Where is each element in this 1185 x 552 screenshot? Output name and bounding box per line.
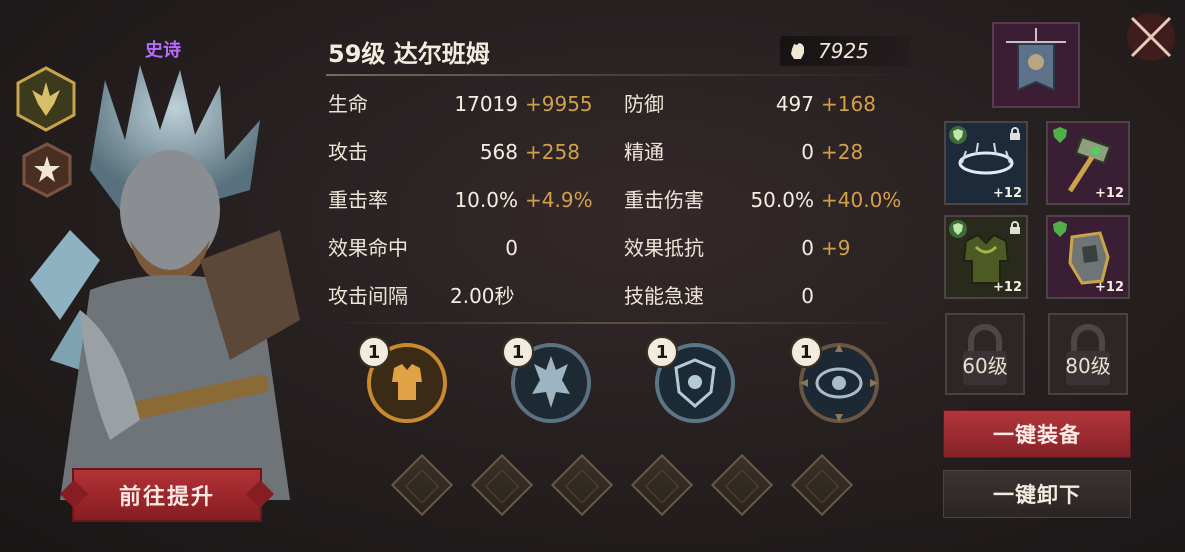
stat-base: 10.0% xyxy=(454,188,518,212)
upgrade-button[interactable]: 前往提升 xyxy=(72,468,262,522)
combat-power-value: 7925 xyxy=(818,39,869,63)
stat-base: 568 xyxy=(479,140,518,164)
stat-base: 2.00秒 xyxy=(450,284,515,308)
stat-base: 0 xyxy=(505,236,518,260)
stat-label: 技能急速 xyxy=(624,284,704,308)
stat-label: 重击伤害 xyxy=(624,188,704,212)
stat-label: 效果命中 xyxy=(328,236,408,260)
equipment-slot[interactable]: +12 xyxy=(944,215,1028,299)
close-icon[interactable] xyxy=(1124,10,1178,64)
equipment-slot[interactable]: +12 xyxy=(944,121,1028,205)
stat-label: 效果抵抗 xyxy=(624,236,704,260)
hero-name: 59级 达尔班姆 xyxy=(328,40,490,68)
stat-label: 防御 xyxy=(624,92,664,116)
hero-detail-panel: 史诗 前往提升 59级 达尔班姆 7925 生命 17019 +9955 防御 … xyxy=(0,0,1185,552)
rarity-label: 史诗 xyxy=(145,40,181,61)
shield-badge-icon xyxy=(949,220,967,238)
enhance-level: +12 xyxy=(1095,186,1124,201)
skill-slot[interactable]: 1 xyxy=(358,336,448,424)
skill-slot[interactable]: 1 xyxy=(502,336,592,424)
stat-bonus: +258 xyxy=(525,140,580,164)
equipment-slot[interactable]: +12 xyxy=(1046,215,1130,299)
stat-label: 攻击 xyxy=(328,140,368,164)
rune-slot[interactable] xyxy=(550,453,614,517)
stat-bonus: +168 xyxy=(821,92,876,116)
shield-badge-icon xyxy=(949,126,967,144)
stat-base: 497 xyxy=(775,92,814,116)
stat-base: 17019 xyxy=(454,92,518,116)
skill-slot[interactable]: 1 xyxy=(790,336,880,424)
skill-slot[interactable]: 1 xyxy=(646,336,736,424)
shield-badge-icon xyxy=(1053,127,1067,143)
stat-bonus: +4.9% xyxy=(525,188,593,212)
equipment-slot[interactable]: +12 xyxy=(1046,121,1130,205)
lock-icon xyxy=(1010,127,1020,140)
unequip-all-button[interactable]: 一键卸下 xyxy=(943,470,1131,518)
stat-base: 0 xyxy=(801,140,814,164)
stat-bonus: +9955 xyxy=(525,92,593,116)
enhance-level: +12 xyxy=(993,186,1022,201)
element-emblem-icon[interactable] xyxy=(22,142,72,198)
banner-icon xyxy=(1006,28,1066,92)
stat-bonus: +9 xyxy=(821,236,851,260)
unlock-level-label: 60级 xyxy=(962,354,1008,378)
stat-base: 0 xyxy=(801,284,814,308)
rune-slot[interactable] xyxy=(390,453,454,517)
skill-level: 1 xyxy=(646,336,678,368)
class-emblem-icon[interactable] xyxy=(16,66,76,132)
locked-slot-60[interactable]: 60级 xyxy=(945,313,1025,395)
stat-base: 0 xyxy=(801,236,814,260)
combat-power: 7925 xyxy=(780,36,910,66)
skill-level: 1 xyxy=(502,336,534,368)
fist-icon xyxy=(791,43,804,59)
unlock-level-label: 80级 xyxy=(1065,354,1111,378)
header-divider xyxy=(326,74,911,76)
lock-icon xyxy=(1010,221,1020,234)
locked-slot-80[interactable]: 80级 xyxy=(1048,313,1128,395)
enhance-level: +12 xyxy=(993,280,1022,295)
enhance-level: +12 xyxy=(1095,280,1124,295)
stat-label: 重击率 xyxy=(328,188,388,212)
skill-level: 1 xyxy=(358,336,390,368)
stat-base: 50.0% xyxy=(750,188,814,212)
stats-divider xyxy=(326,322,911,324)
banner-slot[interactable] xyxy=(992,22,1080,108)
stat-label: 生命 xyxy=(328,92,368,116)
stat-label: 精通 xyxy=(624,140,664,164)
stat-bonus: +28 xyxy=(821,140,864,164)
equip-all-button[interactable]: 一键装备 xyxy=(943,410,1131,458)
rune-slot[interactable] xyxy=(630,453,694,517)
skill-level: 1 xyxy=(790,336,822,368)
shield-badge-icon xyxy=(1053,221,1067,237)
stat-bonus: +40.0% xyxy=(821,188,902,212)
rune-slot[interactable] xyxy=(470,453,534,517)
rune-slot[interactable] xyxy=(710,453,774,517)
stat-label: 攻击间隔 xyxy=(328,284,408,308)
rune-slot[interactable] xyxy=(790,453,854,517)
